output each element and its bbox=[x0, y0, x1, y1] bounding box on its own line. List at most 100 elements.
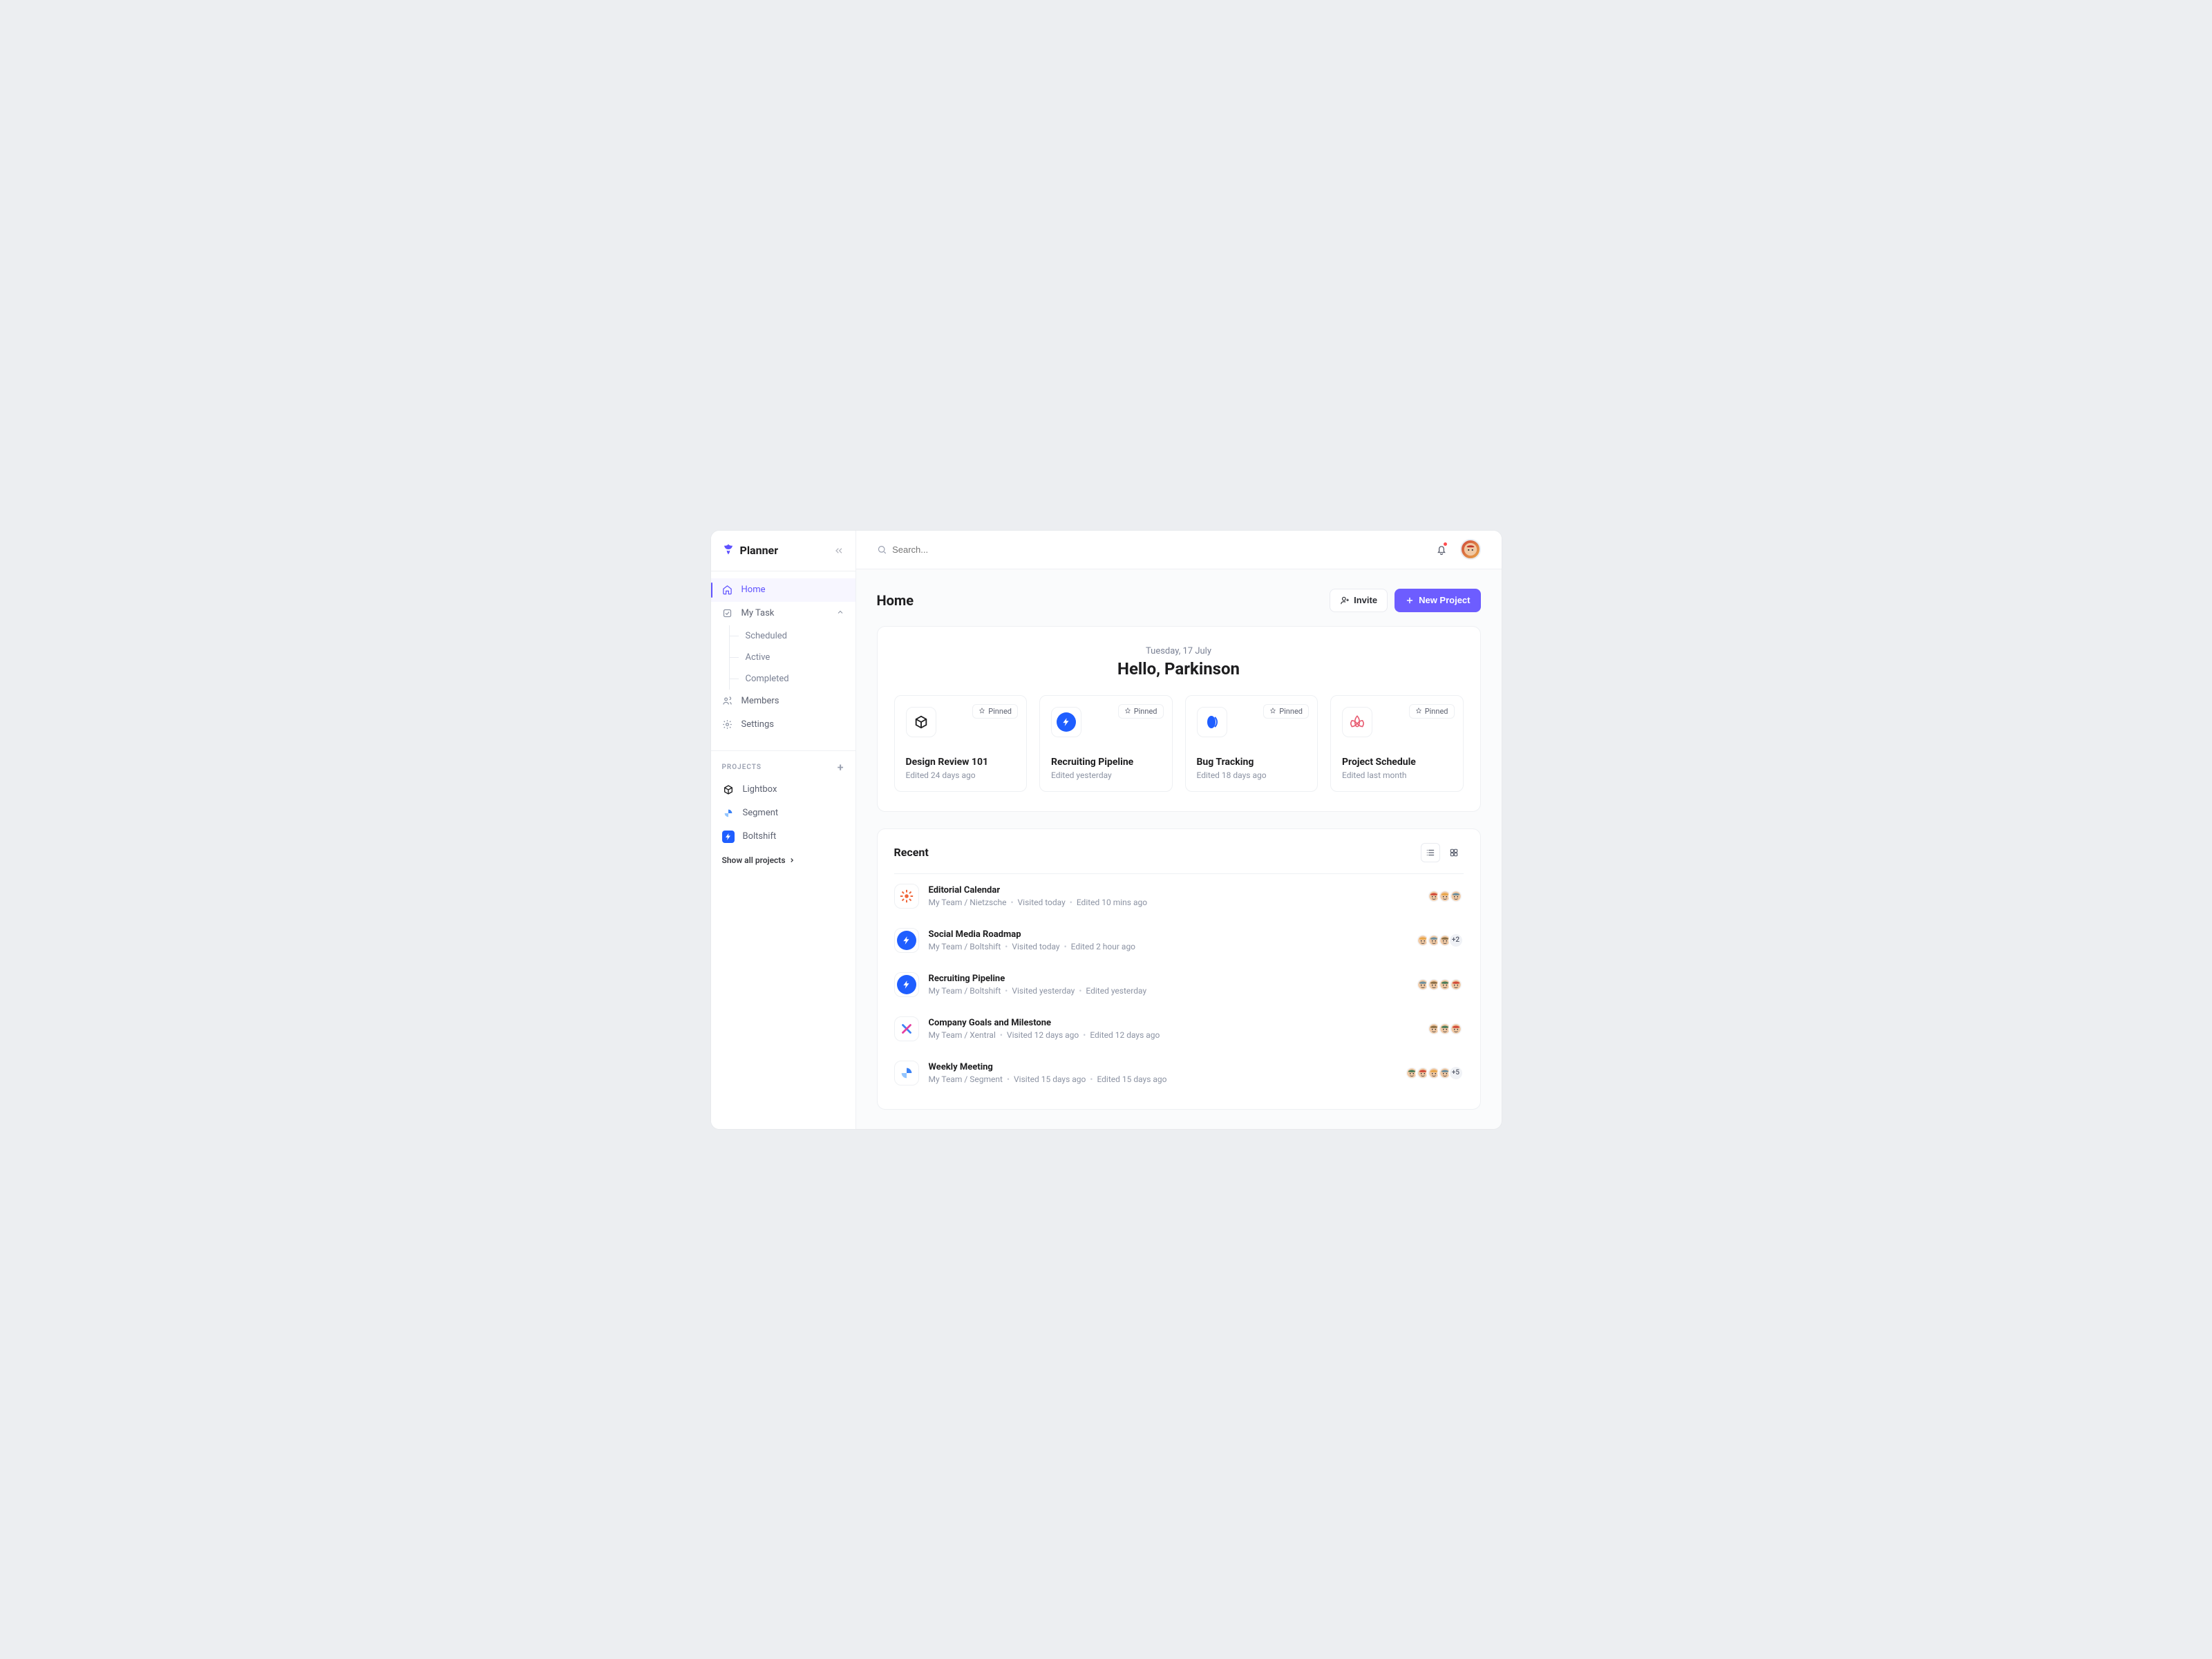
recent-row-sub: My Team / Boltshift•Visited today•Edited… bbox=[929, 942, 1410, 951]
notification-dot bbox=[1444, 542, 1447, 546]
recent-row-sub: My Team / Segment•Visited 15 days ago•Ed… bbox=[929, 1074, 1399, 1084]
page-title: Home bbox=[877, 592, 914, 609]
nav-members[interactable]: Members bbox=[711, 690, 856, 713]
recent-list: Editorial Calendar My Team / Nietzsche•Vi… bbox=[894, 874, 1464, 1095]
more-members[interactable]: +2 bbox=[1448, 933, 1464, 948]
project-lightbox[interactable]: Lightbox bbox=[711, 778, 856, 802]
recent-row-sub: My Team / Boltshift•Visited yesterday•Ed… bbox=[929, 986, 1410, 996]
show-all-projects[interactable]: Show all projects bbox=[711, 849, 856, 872]
recent-row-body: Editorial Calendar My Team / Nietzsche•Vi… bbox=[929, 885, 1421, 907]
chevron-up-icon bbox=[836, 608, 844, 619]
recent-row[interactable]: Social Media RoadmapMy Team / Boltshift•… bbox=[894, 918, 1464, 963]
recent-row[interactable]: Recruiting PipelineMy Team / Boltshift•V… bbox=[894, 963, 1464, 1007]
sidebar-header: Planner bbox=[711, 531, 856, 571]
nav-active[interactable]: Active bbox=[711, 647, 856, 668]
list-icon bbox=[1426, 848, 1435, 857]
recent-row-icon bbox=[894, 1061, 919, 1086]
nav-home[interactable]: Home bbox=[711, 578, 856, 602]
pinned-badge: Pinned bbox=[1263, 704, 1309, 719]
recent-row[interactable]: Company Goals and Milestone My Team / Xen… bbox=[894, 1007, 1464, 1051]
projects-label: PROJECTS bbox=[722, 764, 762, 771]
home-icon bbox=[722, 585, 733, 595]
lightbox-icon bbox=[722, 784, 735, 796]
nav-completed[interactable]: Completed bbox=[711, 668, 856, 690]
nav-my-task-label: My Task bbox=[741, 608, 775, 618]
page-header: Home Invite New Project bbox=[877, 589, 1481, 612]
pinned-card-sub: Edited last month bbox=[1342, 770, 1452, 780]
view-toggle bbox=[1421, 843, 1464, 862]
pinned-card-icon bbox=[1197, 707, 1227, 737]
project-label: Segment bbox=[743, 808, 779, 818]
member-avatars: +5 bbox=[1408, 1065, 1464, 1081]
pinned-card-sub: Edited 18 days ago bbox=[1197, 770, 1307, 780]
grid-view-button[interactable] bbox=[1444, 843, 1464, 862]
invite-button[interactable]: Invite bbox=[1330, 589, 1388, 612]
recent-row-body: Recruiting PipelineMy Team / Boltshift•V… bbox=[929, 974, 1410, 996]
nav-scheduled[interactable]: Scheduled bbox=[711, 625, 856, 647]
nav-settings-label: Settings bbox=[741, 719, 774, 730]
invite-label: Invite bbox=[1354, 595, 1377, 605]
nav-my-task[interactable]: My Task bbox=[711, 602, 856, 625]
pinned-card-sub: Edited yesterday bbox=[1051, 770, 1161, 780]
recent-header: Recent bbox=[894, 843, 1464, 874]
member-avatar[interactable] bbox=[1448, 977, 1464, 992]
profile-avatar[interactable] bbox=[1460, 539, 1481, 560]
recent-row-body: Social Media RoadmapMy Team / Boltshift•… bbox=[929, 929, 1410, 951]
add-project-button[interactable]: + bbox=[838, 761, 844, 774]
pin-icon bbox=[1415, 708, 1422, 714]
project-label: Lightbox bbox=[743, 784, 777, 795]
plus-icon bbox=[1405, 596, 1415, 605]
pinned-label: Pinned bbox=[1134, 707, 1157, 716]
main: Home Invite New Project Tuesday, 17 July… bbox=[856, 531, 1502, 1129]
recent-row-title: Weekly Meeting bbox=[929, 1062, 1399, 1072]
collapse-sidebar-button[interactable] bbox=[833, 545, 844, 556]
nav-settings[interactable]: Settings bbox=[711, 713, 856, 737]
more-members[interactable]: +5 bbox=[1448, 1065, 1464, 1081]
pinned-badge: Pinned bbox=[972, 704, 1018, 719]
recent-row-icon bbox=[894, 928, 919, 953]
search-field[interactable] bbox=[892, 544, 1430, 555]
pinned-card-title: Bug Tracking bbox=[1197, 757, 1307, 768]
app-name: Planner bbox=[740, 544, 779, 557]
new-project-button[interactable]: New Project bbox=[1395, 589, 1480, 612]
recent-row[interactable]: Weekly Meeting My Team / Segment•Visited … bbox=[894, 1051, 1464, 1095]
page-actions: Invite New Project bbox=[1330, 589, 1480, 612]
topbar bbox=[856, 531, 1502, 569]
content-area: Home Invite New Project Tuesday, 17 July… bbox=[856, 569, 1502, 1129]
app-logo-icon bbox=[722, 543, 735, 558]
chevron-right-icon bbox=[788, 857, 795, 864]
pinned-cards: Pinned Design Review 101 Edited 24 days ag… bbox=[894, 695, 1464, 792]
pinned-card-sub: Edited 24 days ago bbox=[906, 770, 1016, 780]
project-segment[interactable]: Segment bbox=[711, 802, 856, 825]
recent-row-title: Editorial Calendar bbox=[929, 885, 1421, 895]
grid-icon bbox=[1449, 848, 1459, 857]
recent-row[interactable]: Editorial Calendar My Team / Nietzsche•Vi… bbox=[894, 874, 1464, 918]
app-window: Planner Home My Task Scheduled Active Co… bbox=[711, 531, 1502, 1129]
pinned-card[interactable]: Pinned Design Review 101 Edited 24 days ag… bbox=[894, 695, 1028, 792]
projects-header: PROJECTS + bbox=[711, 750, 856, 778]
recent-row-sub: My Team / Xentral•Visited 12 days ago•Ed… bbox=[929, 1030, 1421, 1040]
member-avatars: +2 bbox=[1419, 933, 1464, 948]
pinned-card-title: Design Review 101 bbox=[906, 757, 1016, 768]
sidebar: Planner Home My Task Scheduled Active Co… bbox=[711, 531, 856, 1129]
nav-home-label: Home bbox=[741, 585, 766, 595]
pinned-card[interactable]: Pinned Recruiting Pipeline Edited yesterda… bbox=[1039, 695, 1173, 792]
member-avatar[interactable] bbox=[1448, 889, 1464, 904]
list-view-button[interactable] bbox=[1421, 843, 1440, 862]
member-avatar[interactable] bbox=[1448, 1021, 1464, 1036]
recent-row-body: Company Goals and Milestone My Team / Xen… bbox=[929, 1018, 1421, 1040]
recent-row-icon bbox=[894, 972, 919, 997]
pinned-card[interactable]: PinnedProject ScheduleEdited last month bbox=[1330, 695, 1464, 792]
pin-icon bbox=[1269, 708, 1276, 714]
recent-row-icon bbox=[894, 884, 919, 909]
pinned-card[interactable]: Pinned Bug Tracking Edited 18 days ago bbox=[1185, 695, 1318, 792]
project-boltshift[interactable]: Boltshift bbox=[711, 825, 856, 849]
notifications-button[interactable] bbox=[1431, 539, 1452, 560]
project-label: Boltshift bbox=[743, 831, 777, 842]
pinned-label: Pinned bbox=[1425, 707, 1448, 716]
recent-row-sub: My Team / Nietzsche•Visited today•Edited… bbox=[929, 898, 1421, 907]
recent-row-title: Company Goals and Milestone bbox=[929, 1018, 1421, 1028]
search-input[interactable] bbox=[877, 544, 1431, 555]
pinned-card-title: Recruiting Pipeline bbox=[1051, 757, 1161, 768]
new-project-label: New Project bbox=[1419, 595, 1470, 605]
